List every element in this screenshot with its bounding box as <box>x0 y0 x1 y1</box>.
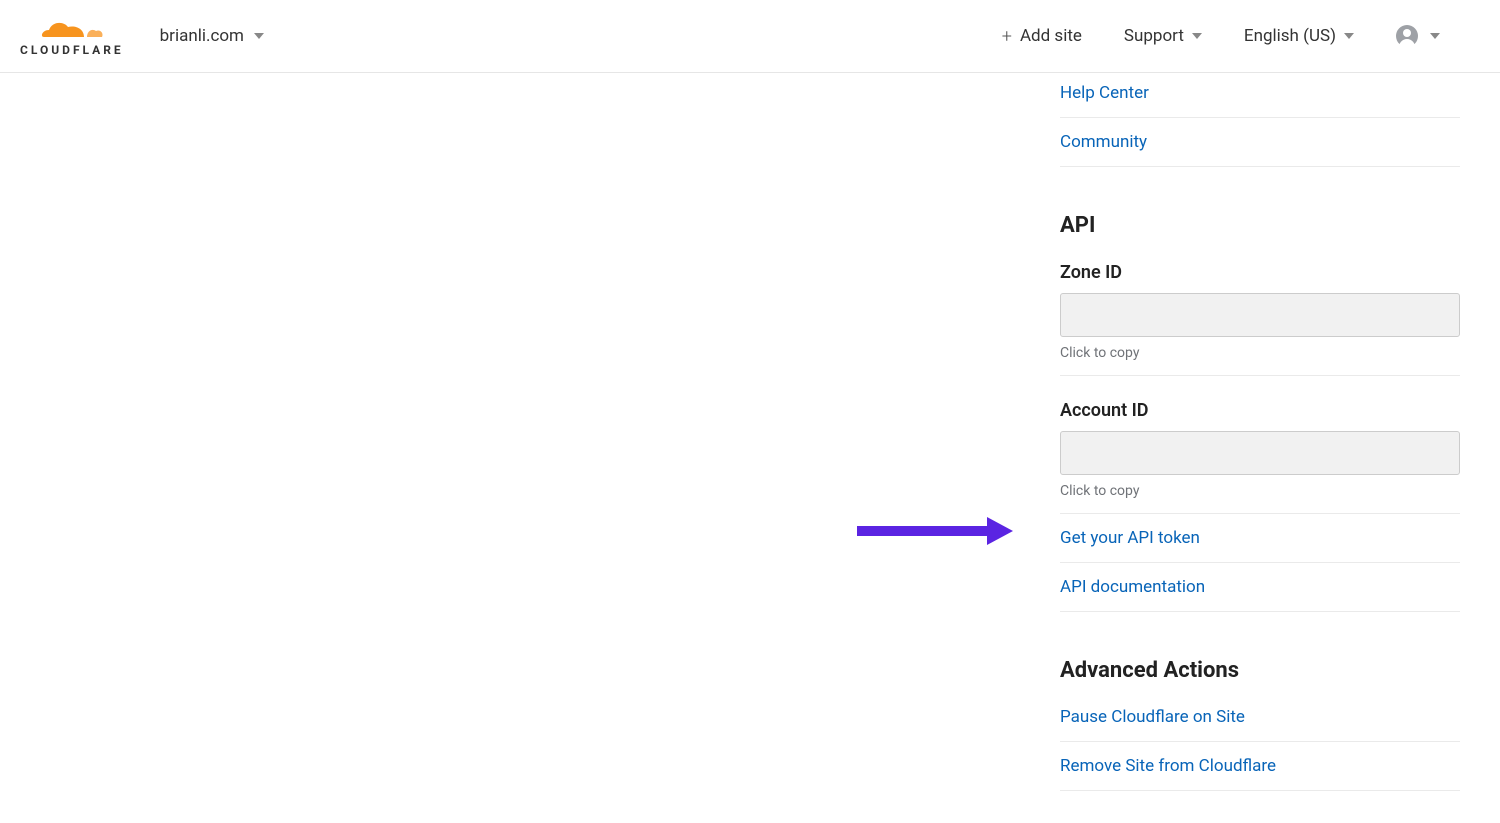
zone-id-hint: Click to copy <box>1060 345 1460 376</box>
chevron-down-icon <box>1430 33 1440 39</box>
header-left: CLOUDFLARE brianli.com <box>20 15 264 57</box>
plus-icon: + <box>1002 26 1012 47</box>
account-id-hint: Click to copy <box>1060 483 1460 514</box>
cloud-icon <box>38 15 106 45</box>
api-documentation-link[interactable]: API documentation <box>1060 563 1460 612</box>
chevron-down-icon <box>1192 33 1202 39</box>
zone-id-label: Zone ID <box>1060 262 1460 283</box>
arrow-line <box>857 526 987 536</box>
api-section-title: API <box>1060 213 1460 238</box>
cloudflare-logo[interactable]: CLOUDFLARE <box>20 15 124 57</box>
add-site-label: Add site <box>1020 26 1082 46</box>
main-content: Help Center Community API Zone ID Click … <box>0 73 1500 791</box>
support-label: Support <box>1124 26 1184 46</box>
account-menu[interactable] <box>1396 25 1440 47</box>
content-left <box>0 73 1050 791</box>
chevron-down-icon <box>254 33 264 39</box>
community-link[interactable]: Community <box>1060 118 1460 167</box>
header-right: + Add site Support English (US) <box>1002 25 1480 47</box>
avatar-icon <box>1396 25 1418 47</box>
pause-cloudflare-link[interactable]: Pause Cloudflare on Site <box>1060 693 1460 742</box>
language-menu[interactable]: English (US) <box>1244 26 1354 46</box>
site-selector[interactable]: brianli.com <box>160 26 264 46</box>
arrow-right-icon <box>987 517 1013 545</box>
account-id-copy-box[interactable] <box>1060 431 1460 475</box>
support-menu[interactable]: Support <box>1124 26 1202 46</box>
annotation-arrow <box>857 517 1013 545</box>
remove-site-link[interactable]: Remove Site from Cloudflare <box>1060 742 1460 791</box>
right-sidebar: Help Center Community API Zone ID Click … <box>1050 73 1500 791</box>
site-selector-label: brianli.com <box>160 26 244 46</box>
help-center-link[interactable]: Help Center <box>1060 73 1460 118</box>
account-id-label: Account ID <box>1060 400 1460 421</box>
get-api-token-link[interactable]: Get your API token <box>1060 514 1460 563</box>
add-site-button[interactable]: + Add site <box>1002 26 1082 47</box>
zone-id-copy-box[interactable] <box>1060 293 1460 337</box>
top-header: CLOUDFLARE brianli.com + Add site Suppor… <box>0 0 1500 73</box>
chevron-down-icon <box>1344 33 1354 39</box>
advanced-actions-title: Advanced Actions <box>1060 658 1460 683</box>
language-label: English (US) <box>1244 26 1336 46</box>
logo-text: CLOUDFLARE <box>20 43 124 57</box>
